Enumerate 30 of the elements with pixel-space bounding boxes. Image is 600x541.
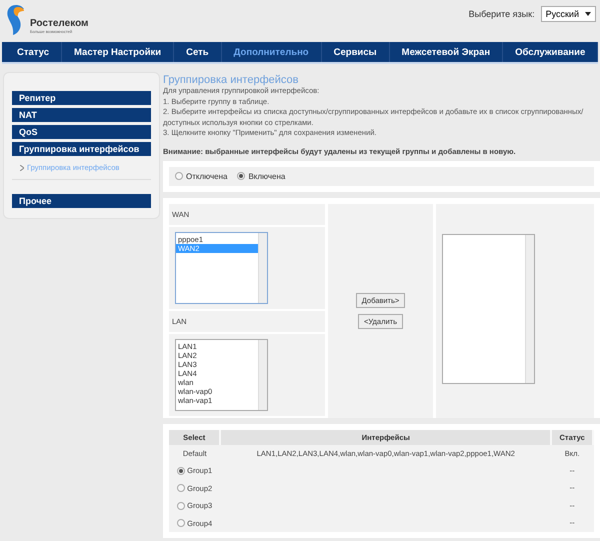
radio-button[interactable] xyxy=(177,484,186,492)
nav-tab[interactable]: Мастер Настройки xyxy=(62,42,174,62)
scrollbar[interactable] xyxy=(258,340,267,410)
nav-tab[interactable]: Межсетевой Экран xyxy=(390,42,504,62)
chevron-icon xyxy=(20,165,24,171)
sidebar-item[interactable]: Группировка интерфейсов xyxy=(12,142,151,156)
mode-option[interactable]: Отключена xyxy=(175,172,228,180)
language-select[interactable]: Русский xyxy=(540,6,596,22)
nav-tab[interactable]: Сервисы xyxy=(322,42,390,62)
nav-tab[interactable]: Дополнительно xyxy=(222,42,322,62)
language-label: Выберите язык: xyxy=(468,9,535,19)
page-title: Группировка интерфейсов xyxy=(163,73,300,86)
logo-name: Ростелеком xyxy=(30,18,88,29)
radio-button[interactable] xyxy=(175,172,183,180)
sidebar-item[interactable]: Прочее xyxy=(12,194,151,208)
nav-tab[interactable]: Сеть xyxy=(174,42,222,62)
nav-tab[interactable]: Статус xyxy=(5,42,62,62)
grouped-listbox[interactable] xyxy=(442,234,535,384)
scrollbar[interactable] xyxy=(525,234,534,382)
radio-button[interactable] xyxy=(177,466,186,474)
caret-icon xyxy=(585,12,591,16)
radio-button[interactable] xyxy=(177,502,186,510)
mode-option[interactable]: Включена xyxy=(237,172,286,180)
sidebar-item[interactable]: NAT xyxy=(12,108,151,122)
sidebar-item[interactable]: Репитер xyxy=(12,91,151,105)
scrollbar[interactable] xyxy=(258,232,267,302)
radio-button[interactable] xyxy=(177,519,186,527)
radio-button[interactable] xyxy=(237,172,246,180)
nav-tab[interactable]: Обслуживание xyxy=(503,42,598,62)
sidebar-item[interactable]: QoS xyxy=(12,125,151,139)
